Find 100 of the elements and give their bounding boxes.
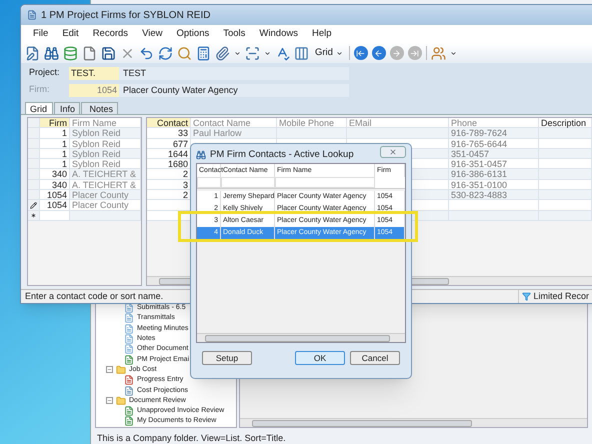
table-cell: 33 [147, 128, 191, 139]
table-cell: 1054 [40, 190, 70, 200]
menu-item[interactable]: Tools [223, 26, 246, 42]
horizontal-scrollbar[interactable] [240, 418, 587, 427]
table-cell [539, 128, 592, 139]
binoculars-icon [196, 150, 206, 160]
close-button[interactable] [380, 146, 406, 158]
filter-field[interactable] [275, 177, 375, 188]
menu-item[interactable]: Records [92, 26, 128, 42]
asterisk-icon [30, 212, 37, 219]
description-field: TEST [119, 66, 349, 80]
status-text: This is a Company folder. View=List. Sort=Title. [96, 432, 287, 444]
caret-icon[interactable] [450, 50, 457, 56]
view-dropdown[interactable]: Grid [313, 46, 345, 60]
column-header[interactable]: EMail [347, 118, 449, 128]
window-title: 1 PM Project Firms for SYBLON REID [41, 8, 210, 22]
previous-button[interactable] [372, 46, 386, 60]
tab[interactable]: Grid [25, 102, 53, 114]
table-cell: 1680 [147, 159, 191, 170]
code-field[interactable]: TEST. [69, 66, 119, 80]
tab[interactable]: Notes [81, 102, 118, 114]
table-cell: 2 [147, 169, 191, 180]
arrow-left-icon [374, 48, 384, 58]
document-icon [124, 386, 134, 396]
table-cell: 916-351-0457 [449, 159, 539, 170]
binoculars-icon[interactable] [44, 46, 59, 60]
grid-view-icon[interactable] [294, 46, 309, 60]
dialog-button[interactable]: Setup [202, 351, 252, 365]
table-cell [539, 190, 592, 200]
document-icon [124, 303, 134, 314]
table-cell: 351-0457 [449, 148, 539, 160]
new-file-icon[interactable] [82, 46, 97, 60]
dialog-button[interactable]: Cancel [350, 351, 400, 365]
document-icon [124, 313, 134, 324]
document-icon [124, 324, 134, 334]
menu-item[interactable]: Windows [259, 26, 298, 42]
column-header[interactable]: Contact [147, 118, 191, 128]
search-icon[interactable] [177, 46, 192, 60]
horizontal-scrollbar[interactable] [197, 333, 405, 342]
database-icon[interactable] [63, 46, 78, 60]
save-icon[interactable] [101, 46, 116, 60]
edit-icon[interactable] [25, 46, 40, 60]
calculator-icon[interactable] [196, 46, 211, 60]
filter-field[interactable] [197, 177, 221, 188]
first-record-button[interactable] [354, 46, 368, 60]
row-selector[interactable] [28, 210, 40, 221]
paperclip-icon[interactable] [215, 46, 230, 60]
filter-status: Limited Recor [533, 290, 589, 303]
table-cell: 340 [40, 180, 70, 190]
table-cell: Syblon Reid [70, 148, 141, 160]
table-cell: Syblon Reid [70, 128, 141, 139]
collapse-toggle[interactable] [106, 397, 113, 404]
table-cell [539, 200, 592, 211]
table-cell: Syblon Reid [70, 159, 141, 170]
table-cell: A. TEICHERT & [70, 180, 141, 190]
menu-item[interactable]: View [142, 26, 162, 42]
column-header[interactable]: Mobile Phone [277, 118, 347, 128]
document-icon [124, 375, 134, 386]
undo-icon[interactable] [139, 46, 154, 60]
description-field: Placer County Water Agency [119, 84, 349, 96]
column-header[interactable]: Contact Name [191, 118, 277, 128]
caret-icon[interactable] [234, 50, 241, 56]
column-header[interactable]: Firm [40, 118, 70, 128]
tab[interactable]: Info [54, 102, 80, 114]
collapse-toggle[interactable] [106, 366, 113, 374]
next-button[interactable] [390, 46, 404, 60]
caret-icon[interactable] [264, 50, 271, 56]
caret-icon [336, 50, 343, 56]
dialog-button[interactable]: OK [295, 351, 345, 365]
status-text: Enter a contact code or sort name. [25, 290, 164, 303]
table-cell [539, 169, 592, 180]
table-cell [539, 159, 592, 170]
table-cell: 1054 [40, 200, 70, 211]
table-cell: 916-765-6644 [449, 138, 539, 149]
filter-icon [522, 292, 532, 301]
column-header[interactable]: Phone [449, 118, 539, 128]
first-icon [356, 48, 366, 58]
table-cell: 677 [147, 138, 191, 149]
folder-icon [116, 364, 126, 375]
spellcheck-icon[interactable] [275, 46, 290, 60]
table-cell: 1 [40, 159, 70, 170]
table-cell [539, 138, 592, 149]
table-cell: 916-386-6131 [449, 169, 539, 180]
document-icon [124, 334, 134, 344]
row-selector[interactable] [28, 200, 40, 211]
filter-field[interactable] [221, 177, 275, 188]
menu-item[interactable]: Options [176, 26, 210, 42]
last-record-button[interactable] [408, 46, 422, 60]
menu-item[interactable]: Help [312, 26, 332, 42]
table-cell: 530-823-4883 [449, 190, 539, 200]
column-header[interactable]: Firm Name [70, 118, 141, 128]
column-header[interactable]: Description [539, 118, 592, 128]
refresh-icon[interactable] [158, 46, 173, 60]
table-cell: 1 [40, 128, 70, 139]
folder-icon [116, 396, 126, 406]
menu-item[interactable]: File [33, 26, 48, 42]
table-cell: 916-789-7624 [449, 128, 539, 139]
scanner-icon[interactable] [245, 46, 260, 60]
menu-item[interactable]: Edit [62, 26, 79, 42]
close-icon [389, 148, 397, 156]
